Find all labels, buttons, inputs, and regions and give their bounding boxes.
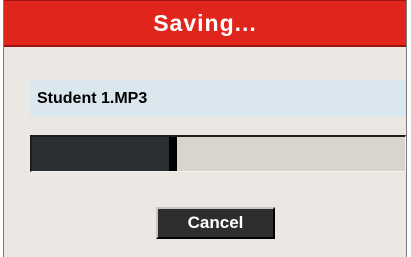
saving-dialog: Saving... Student 1.MP3 Cancel [3, 0, 407, 257]
cancel-button[interactable]: Cancel [156, 207, 275, 239]
cancel-button-label: Cancel [187, 213, 244, 232]
progress-bar [30, 135, 406, 172]
progress-fill [32, 137, 177, 171]
dialog-titlebar: Saving... [4, 0, 406, 47]
progress-edge-marker [169, 137, 177, 171]
filename-display: Student 1.MP3 [30, 80, 406, 117]
dialog-title: Saving... [153, 9, 257, 36]
filename-text: Student 1.MP3 [37, 89, 148, 107]
